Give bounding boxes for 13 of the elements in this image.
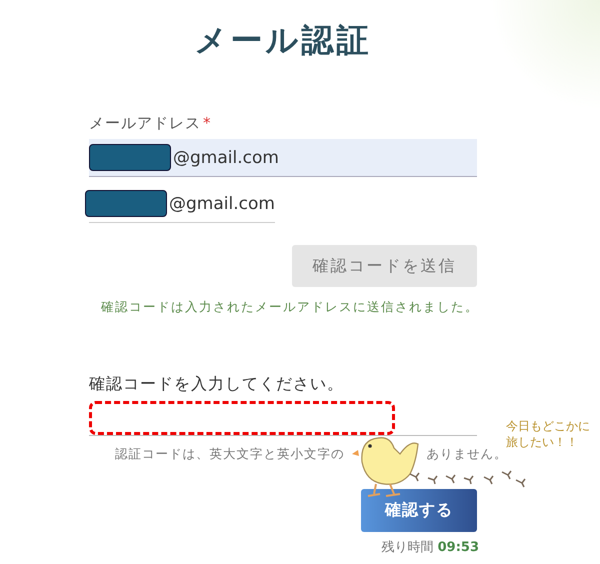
code-hint: 認証コードは、英大文字と英小文字の ありません。 <box>115 446 508 461</box>
field-label: メールアドレス <box>89 114 201 132</box>
email-field[interactable]: @gmail.com <box>89 139 477 177</box>
confirm-button[interactable]: 確認する <box>361 489 477 532</box>
required-mark: * <box>203 114 212 132</box>
page-title: メール認証 <box>194 20 372 61</box>
sent-message: 確認コードは入力されたメールアドレスに送信されました。 <box>101 299 479 314</box>
code-label: 確認コードを入力してください。 <box>89 374 344 393</box>
sticker-caption: 今日もどこかに 旅したい！！ <box>506 418 590 450</box>
chick-drawing <box>352 437 419 497</box>
code-field[interactable] <box>89 401 477 436</box>
email-field[interactable]: @gmail.com <box>89 185 275 223</box>
remaining-time: 残り時間 09:53 <box>381 540 479 555</box>
